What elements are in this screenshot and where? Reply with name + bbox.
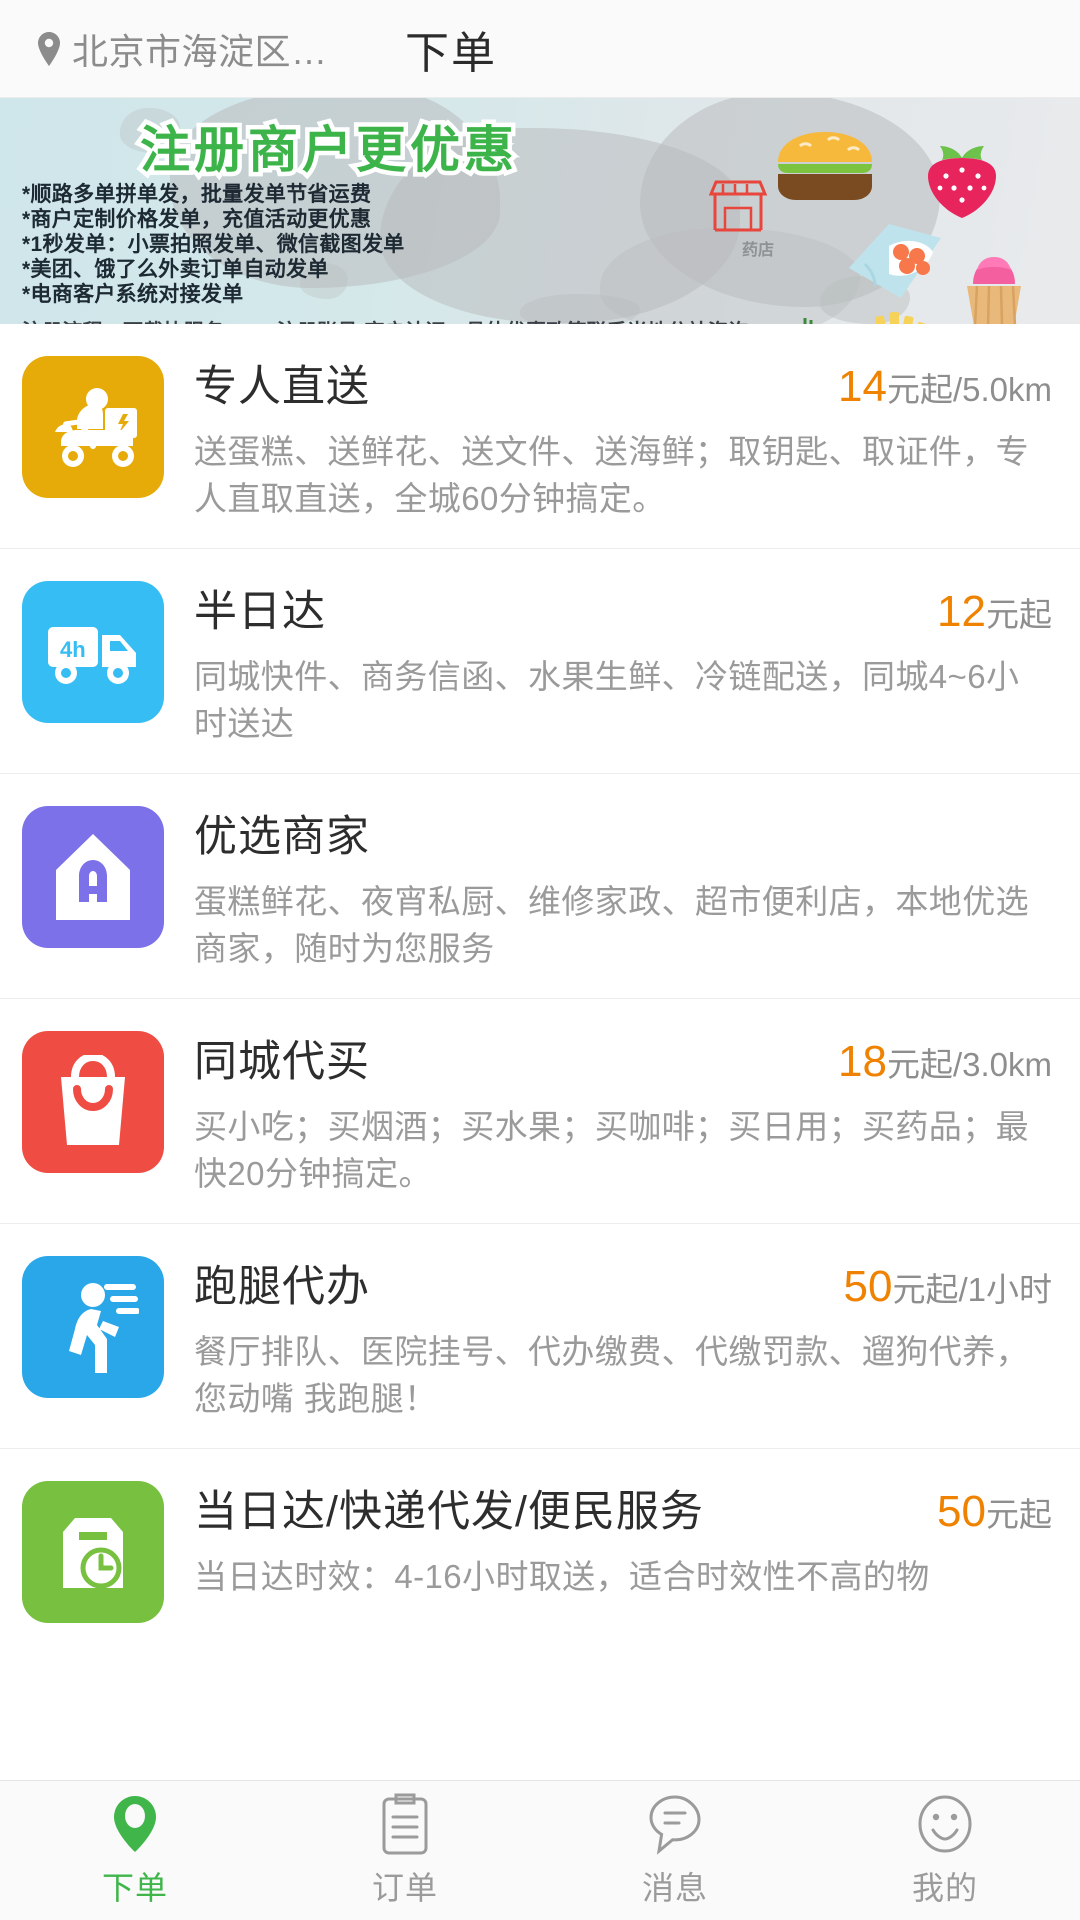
service-title: 当日达/快递代发/便民服务 [194,1488,704,1536]
page-title: 下单 [405,28,497,78]
home-shop-icon [22,806,164,948]
service-description: 蛋糕鲜花、夜宵私厨、维修家政、超市便利店，本地优选商家，随时为您服务 [194,883,1029,967]
banner-bullet: *1秒发单：小票拍照发单、微信截图发单 [22,233,405,256]
fries-icon [875,312,927,324]
price-unit: 元起 [986,1496,1052,1533]
location-text: 北京市海淀区… [72,30,328,72]
service-description: 买小吃；买烟酒；买水果；买咖啡；买日用；买药品；最快20分钟搞定。 [194,1108,1029,1192]
location-pin-icon [114,1795,156,1852]
service-row-header: 半日达 12元起 [194,577,1052,639]
scooter-courier-icon [22,356,164,498]
service-row-tongchengdaimai[interactable]: 同城代买 18元起/3.0km 买小吃；买烟酒；买水果；买咖啡；买日用；买药品；… [0,999,1080,1224]
location-pin-icon [34,30,64,68]
tab-label: 消息 [641,1869,708,1906]
parcel-clock-icon [22,1481,164,1623]
banner-bullet: *顺路多单拼单发，批量发单节省运费 [22,183,372,206]
banner-bullet-list: *顺路多单拼单发，批量发单节省运费 *商户定制价格发单，充值活动更优惠 *1秒发… [22,182,405,307]
service-row-dangrida[interactable]: 当日达/快递代发/便民服务 50元起 当日达时效：4-16小时取送，适合时效性不… [0,1449,1080,1667]
service-row-content: 同城代买 18元起/3.0km 买小吃；买烟酒；买水果；买咖啡；买日用；买药品；… [194,1027,1052,1197]
location-selector[interactable]: 北京市海淀区… [34,23,328,75]
service-row-zhuanrenzhisong[interactable]: 专人直送 14元起/5.0km 送蛋糕、送鲜花、送文件、送海鲜；取钥匙、取证件，… [0,324,1080,549]
service-row-header: 同城代买 18元起/3.0km [194,1027,1052,1089]
service-row-youxuanshangjia[interactable]: 优选商家 蛋糕鲜花、夜宵私厨、维修家政、超市便利店，本地优选商家，随时为您服务 [0,774,1080,999]
price-suffix: /5.0km [952,371,1052,408]
service-price: 50元起/1小时 [844,1262,1052,1312]
running-person-icon [22,1256,164,1398]
service-description: 送蛋糕、送鲜花、送文件、送海鲜；取钥匙、取证件，专人直取直送，全城60分钟搞定。 [194,433,1029,517]
chat-bubble-icon [649,1794,701,1855]
service-description: 餐厅排队、医院挂号、代办缴费、代缴罚款、遛狗代养，您动嘴 我跑腿！ [194,1333,1029,1417]
price-number: 14 [838,362,887,411]
tab-xiadan[interactable]: 下单 [0,1781,270,1920]
service-description: 当日达时效：4-16小时取送，适合时效性不高的物 [194,1558,930,1595]
price-unit: 元起 [892,1271,959,1308]
service-row-content: 优选商家 蛋糕鲜花、夜宵私厨、维修家政、超市便利店，本地优选商家，随时为您服务 [194,802,1052,972]
banner-bullet: *电商客户系统对接发单 [22,283,244,306]
service-description: 同城快件、商务信函、水果生鲜、冷链配送，同城4~6小时送达 [194,658,1020,742]
svg-text:4h: 4h [60,637,86,662]
tab-label: 订单 [371,1869,438,1906]
service-row-content: 当日达/快递代发/便民服务 50元起 当日达时效：4-16小时取送，适合时效性不… [194,1477,1052,1600]
price-suffix: /3.0km [952,1046,1052,1083]
banner-bullet: *商户定制价格发单，充值活动更优惠 [22,208,372,231]
banner-title: 注册商户更优惠 注册商户更优惠 [136,110,519,183]
service-row-banrida[interactable]: 4h 半日达 12元起 同城快件、商务信函、水果生鲜、冷链配送，同城4~6小时送… [0,549,1080,774]
service-title: 跑腿代办 [194,1263,370,1311]
price-number: 18 [838,1037,887,1086]
service-row-content: 专人直送 14元起/5.0km 送蛋糕、送鲜花、送文件、送海鲜；取钥匙、取证件，… [194,352,1052,522]
app-header: 北京市海淀区… 下单 [0,0,1080,98]
price-unit: 元起 [986,596,1052,633]
service-title: 半日达 [194,588,326,636]
service-row-content: 跑腿代办 50元起/1小时 餐厅排队、医院挂号、代办缴费、代缴罚款、遛狗代养，您… [194,1252,1052,1422]
app-screen: 北京市海淀区… 下单 注册商户更优惠 注册商户更优惠 *顺路多单拼单发，批量发单… [0,0,1080,1920]
service-price: 12元起 [937,587,1052,637]
cupcake-icon [967,257,1021,324]
service-row-header: 专人直送 14元起/5.0km [194,352,1052,414]
price-suffix: /1小时 [958,1271,1052,1308]
service-row-paotuidaiban[interactable]: 跑腿代办 50元起/1小时 餐厅排队、医院挂号、代办缴费、代缴罚款、遛狗代养，您… [0,1224,1080,1449]
service-title: 同城代买 [194,1038,370,1086]
tab-xiaoxi[interactable]: 消息 [540,1781,810,1920]
price-unit: 元起 [886,371,953,408]
service-price: 50元起 [937,1487,1052,1537]
strawberry-icon [928,146,996,218]
pharmacy-shop-icon [708,180,768,232]
service-title: 专人直送 [194,363,370,411]
price-number: 50 [843,1262,893,1311]
service-row-content: 半日达 12元起 同城快件、商务信函、水果生鲜、冷链配送，同城4~6小时送达 [194,577,1052,747]
service-price: 14元起/5.0km [838,362,1052,412]
price-number: 50 [937,1487,986,1536]
price-unit: 元起 [886,1046,953,1083]
price-number: 12 [937,587,986,636]
tab-dingdan[interactable]: 订单 [270,1781,540,1920]
banner-bullet: *美团、饿了么外卖订单自动发单 [22,258,329,281]
shopping-bag-icon [22,1031,164,1173]
smiley-face-icon [918,1795,972,1852]
banner-title-fill: 注册商户更优惠 [140,122,518,178]
bouquet-icon [849,224,941,298]
service-row-header: 当日达/快递代发/便民服务 50元起 [194,1477,1052,1539]
clipboard-icon [382,1793,428,1854]
truck-4h-icon: 4h [22,581,164,723]
service-price: 18元起/3.0km [838,1037,1052,1087]
tab-label: 下单 [101,1869,168,1906]
noodle-bowl-icon [803,318,819,324]
service-row-header: 跑腿代办 50元起/1小时 [194,1252,1052,1314]
service-title: 优选商家 [194,813,370,861]
burger-icon [778,132,872,200]
service-row-header: 优选商家 [194,802,1052,864]
pharmacy-label: 药店 [742,242,775,259]
bottom-tab-bar: 下单 订单 消息 我的 [0,1780,1080,1920]
tab-label: 我的 [911,1869,978,1906]
tab-wode[interactable]: 我的 [810,1781,1080,1920]
promo-banner[interactable]: 注册商户更优惠 注册商户更优惠 *顺路多单拼单发，批量发单节省运费 *商户定制价… [0,98,1080,324]
service-list: 专人直送 14元起/5.0km 送蛋糕、送鲜花、送文件、送海鲜；取钥匙、取证件，… [0,324,1080,1780]
